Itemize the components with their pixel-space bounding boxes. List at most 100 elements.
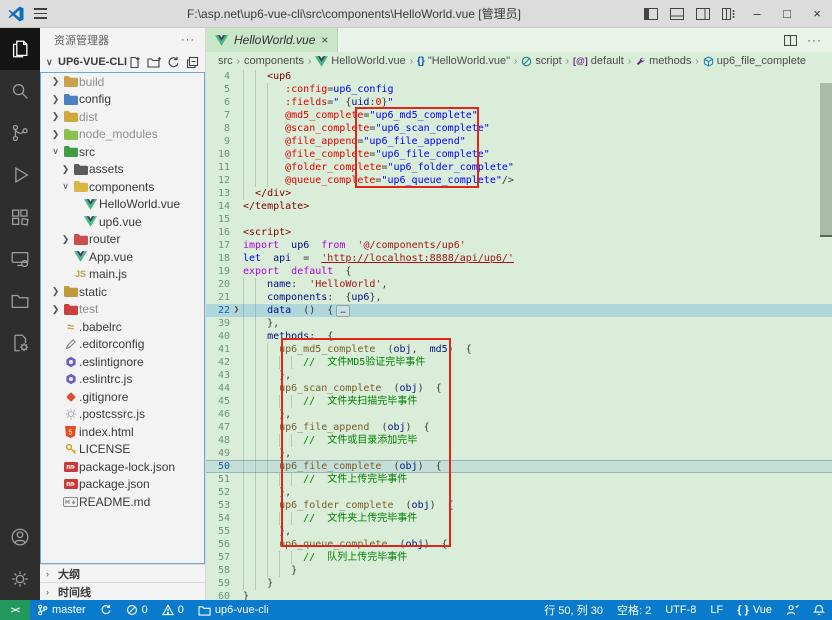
minimize-button[interactable]: – — [742, 0, 772, 27]
code-line[interactable]: 12 @queue_complete = "up6_queue_complete"/> — [206, 174, 832, 187]
chevron-down-icon[interactable]: ∨ — [49, 146, 62, 157]
activity-explorer-icon[interactable] — [0, 28, 40, 70]
tree-item--babelrc[interactable]: ≈ .babelrc — [41, 318, 204, 336]
code-line[interactable]: 22 ❯ data () {… — [206, 304, 832, 317]
code-line[interactable]: 19 export default { — [206, 265, 832, 278]
activity-settings-gear-icon[interactable] — [0, 558, 40, 600]
code-line[interactable]: 10 @file_complete = "up6_file_complete" — [206, 148, 832, 161]
status-encoding[interactable]: UTF-8 — [658, 600, 703, 620]
code-line[interactable]: 21 components: {up6}, — [206, 291, 832, 304]
breadcrumb-item[interactable]: up6_file_complete — [703, 55, 806, 67]
code-line[interactable]: 4 <up6 — [206, 70, 832, 83]
breadcrumb-item[interactable]: HelloWorld.vue — [315, 55, 406, 67]
tree-item-src[interactable]: ∨ src — [41, 143, 204, 161]
maximize-button[interactable]: □ — [772, 0, 802, 27]
tree-item--editorconfig[interactable]: .editorconfig — [41, 336, 204, 354]
breadcrumb-item[interactable]: components — [244, 55, 304, 67]
tree-item-helloworld-vue[interactable]: HelloWorld.vue — [41, 196, 204, 214]
code-line[interactable]: 59} — [206, 577, 832, 590]
status-remote-indicator[interactable]: >< — [0, 600, 30, 620]
chevron-right-icon[interactable]: ❯ — [49, 129, 62, 140]
tree-item--gitignore[interactable]: .gitignore — [41, 388, 204, 406]
tree-item-node-modules[interactable]: ❯ node_modules — [41, 126, 204, 144]
tree-item--eslintrc-js[interactable]: .eslintrc.js — [41, 371, 204, 389]
status-warnings[interactable]: 0 — [155, 600, 191, 620]
status-errors[interactable]: 0 — [119, 600, 155, 620]
tree-item-package-json[interactable]: package.json — [41, 476, 204, 494]
code-line[interactable]: 13 </div> — [206, 187, 832, 200]
code-line[interactable]: 11 @folder_complete = "up6_folder_complete" — [206, 161, 832, 174]
chevron-right-icon[interactable]: ❯ — [49, 304, 62, 315]
code-line[interactable]: 47 up6_file_append (obj) { — [206, 421, 832, 434]
code-line[interactable]: 9 @file_append = "up6_file_append" — [206, 135, 832, 148]
status-indentation[interactable]: 空格: 2 — [610, 600, 658, 620]
toggle-sidebar-icon[interactable] — [638, 0, 664, 27]
tree-item-static[interactable]: ❯ static — [41, 283, 204, 301]
code-area[interactable]: 4 <up6 5:config = up6_config 6:fields = " {uid:… — [206, 70, 832, 600]
tree-item-up6-vue[interactable]: up6.vue — [41, 213, 204, 231]
code-line[interactable]: 14 </template> — [206, 200, 832, 213]
sidebar-more-actions[interactable]: ··· — [181, 34, 195, 46]
refresh-icon[interactable] — [167, 56, 180, 69]
code-line[interactable]: 56 up6_queue_complete (obj) { — [206, 538, 832, 551]
tree-item-main-js[interactable]: JS main.js — [41, 266, 204, 284]
chevron-down-icon[interactable]: ∨ — [59, 181, 72, 192]
status-cursor-position[interactable]: 行 50, 列 30 — [537, 600, 610, 620]
chevron-right-icon[interactable]: ❯ — [49, 76, 62, 87]
code-line[interactable]: 8 @scan_complete = "up6_scan_complete" — [206, 122, 832, 135]
tree-item-package-lock-json[interactable]: package-lock.json — [41, 458, 204, 476]
breadcrumb-item[interactable]: src — [218, 55, 233, 67]
tree-item-index-html[interactable]: 5 index.html — [41, 423, 204, 441]
tree-item-router[interactable]: ❯ router — [41, 231, 204, 249]
code-line[interactable]: 40 methods: { — [206, 330, 832, 343]
tree-item-config[interactable]: ❯ config — [41, 91, 204, 109]
split-editor-icon[interactable] — [784, 34, 797, 46]
activity-folder-library-icon[interactable] — [0, 280, 40, 322]
status-eol[interactable]: LF — [703, 600, 730, 620]
status-language-mode[interactable]: { } Vue — [730, 600, 779, 620]
menu-icon[interactable] — [34, 8, 47, 19]
customize-layout-icon[interactable] — [716, 0, 742, 27]
chevron-right-icon[interactable]: ❯ — [49, 286, 62, 297]
chevron-right-icon[interactable]: ❯ — [49, 111, 62, 122]
code-line[interactable]: 45// 文件夹扫描完毕事件 — [206, 395, 832, 408]
code-line[interactable]: 16 <script> — [206, 226, 832, 239]
code-line[interactable]: 44 up6_scan_complete (obj) { — [206, 382, 832, 395]
tree-item-assets[interactable]: ❯ assets — [41, 161, 204, 179]
toggle-secondary-sidebar-icon[interactable] — [690, 0, 716, 27]
code-line[interactable]: 55}, — [206, 525, 832, 538]
status-git-branch[interactable]: master — [30, 600, 93, 620]
tab-helloworld-vue[interactable]: HelloWorld.vue × — [206, 28, 339, 52]
code-line[interactable]: 53 up6_folder_complete (obj) { — [206, 499, 832, 512]
activity-file-settings-icon[interactable] — [0, 322, 40, 364]
tree-item-components[interactable]: ∨ components — [41, 178, 204, 196]
timeline-panel-header[interactable]: › 时间线 — [40, 582, 205, 600]
folded-code-badge[interactable]: … — [336, 304, 350, 317]
breadcrumb-item[interactable]: [@] default — [573, 55, 624, 67]
tree-item-test[interactable]: ❯ test — [41, 301, 204, 319]
activity-extensions-icon[interactable] — [0, 196, 40, 238]
code-line[interactable]: 60} — [206, 590, 832, 600]
code-line[interactable]: 58} — [206, 564, 832, 577]
tree-item--eslintignore[interactable]: .eslintignore — [41, 353, 204, 371]
code-line[interactable]: 7 @md5_complete = "up6_md5_complete" — [206, 109, 832, 122]
code-line[interactable]: 6:fields = " {uid:0} " — [206, 96, 832, 109]
editor-more-actions[interactable]: ··· — [807, 33, 822, 47]
fold-chevron-icon[interactable]: ❯ — [230, 304, 243, 317]
code-line[interactable]: 5:config = up6_config — [206, 83, 832, 96]
close-tab-icon[interactable]: × — [321, 33, 328, 47]
code-line[interactable]: 49}, — [206, 447, 832, 460]
tree-item-app-vue[interactable]: App.vue — [41, 248, 204, 266]
code-line[interactable]: 39}, — [206, 317, 832, 330]
code-line[interactable]: 42// 文件MD5验证完毕事件 — [206, 356, 832, 369]
status-notifications[interactable] — [806, 600, 832, 620]
code-line[interactable]: 57// 队列上传完毕事件 — [206, 551, 832, 564]
code-line[interactable]: 51// 文件上传完毕事件 — [206, 473, 832, 486]
activity-account-icon[interactable] — [0, 516, 40, 558]
project-root-row[interactable]: ∨ UP6-VUE-CLI — [40, 52, 205, 72]
tree-item-build[interactable]: ❯ build — [41, 73, 204, 91]
new-file-icon[interactable] — [128, 56, 141, 69]
status-sync[interactable] — [93, 600, 119, 620]
breadcrumb-item[interactable]: {} "HelloWorld.vue" — [417, 55, 510, 67]
outline-panel-header[interactable]: › 大纲 — [40, 564, 205, 582]
